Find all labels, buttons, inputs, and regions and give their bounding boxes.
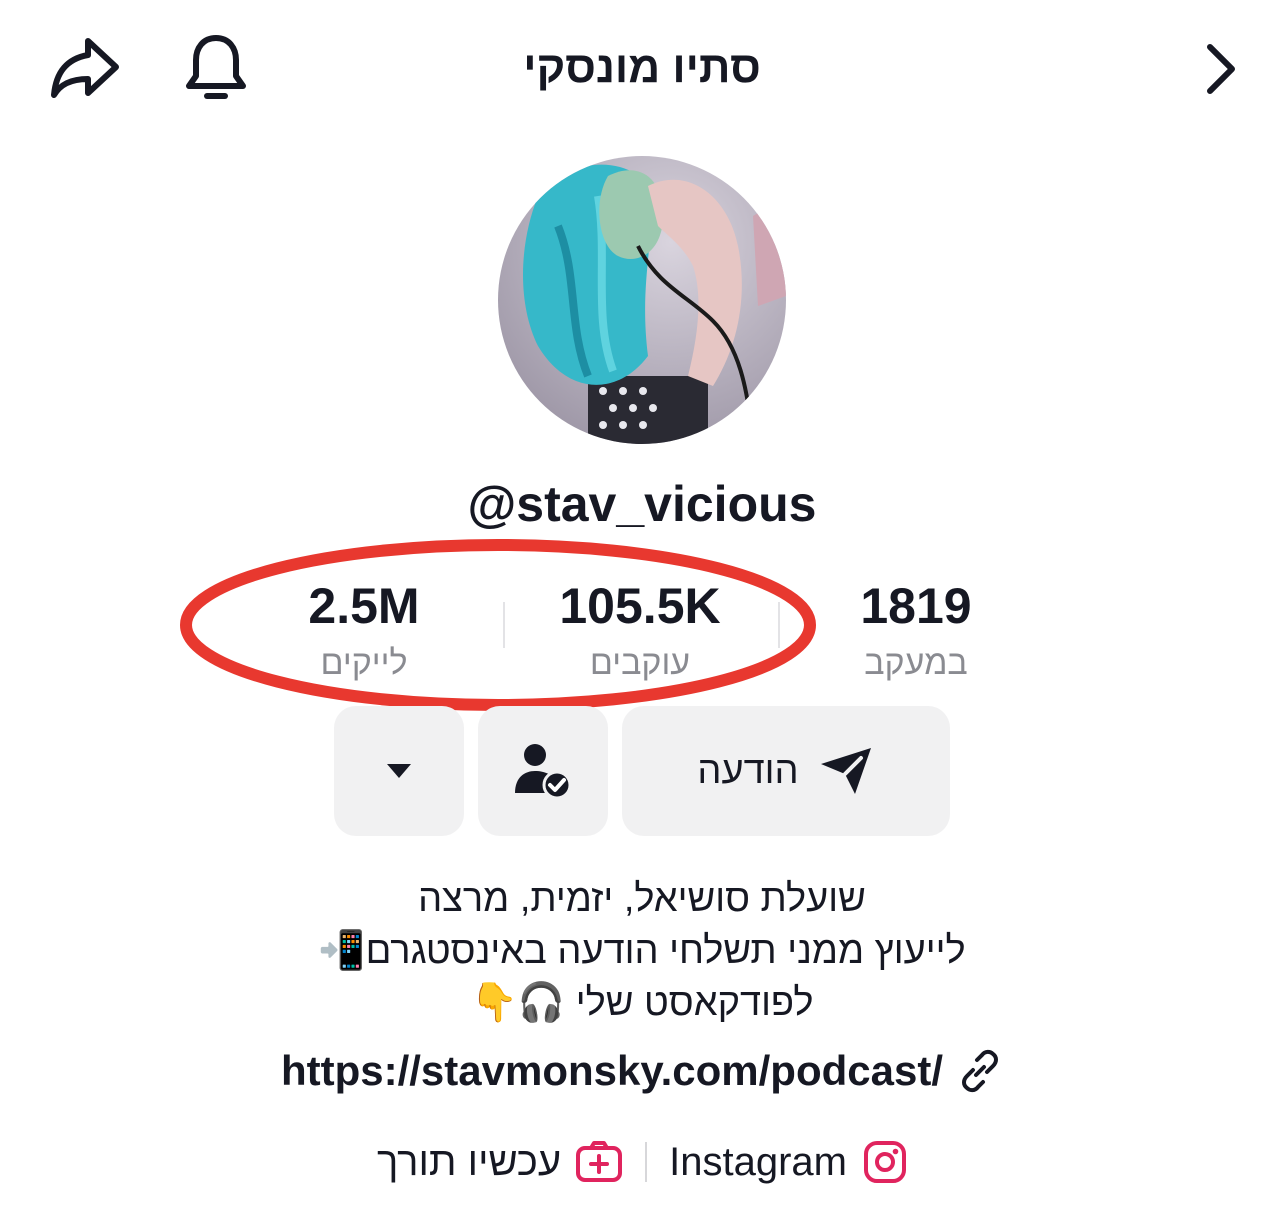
instagram-link[interactable]: Instagram xyxy=(669,1140,907,1185)
social-row: עכשיו תורך Instagram xyxy=(200,1132,1084,1192)
more-options-button[interactable] xyxy=(334,706,464,836)
your-turn-button[interactable]: עכשיו תורך xyxy=(377,1140,623,1185)
friends-button[interactable] xyxy=(478,706,608,836)
link-icon xyxy=(962,1049,999,1093)
stat-following[interactable]: 1819 במעקב xyxy=(796,576,1036,686)
instagram-label: Instagram xyxy=(669,1139,847,1184)
send-plane-icon xyxy=(820,748,871,794)
bio-line-2: לייעוץ ממני תשלחי הודעה באינסטגרם📲 xyxy=(318,930,966,972)
share-icon[interactable] xyxy=(44,30,124,106)
bio-line-1: שועלת סושיאל, יזמית, מרצה xyxy=(418,878,866,920)
username: @stav_vicious xyxy=(467,476,817,532)
caret-down-icon xyxy=(387,764,411,778)
instagram-icon xyxy=(864,1141,906,1183)
message-button[interactable]: הודעה xyxy=(622,706,950,836)
chevron-right-icon[interactable] xyxy=(1190,36,1250,102)
avatar[interactable] xyxy=(498,156,786,444)
your-turn-label: עכשיו תורך xyxy=(377,1139,562,1184)
message-label: הודעה xyxy=(697,749,799,792)
following-count: 1819 xyxy=(860,578,972,634)
user-check-icon xyxy=(515,744,572,800)
social-divider xyxy=(645,1142,648,1182)
website-url: https://stavmonsky.com/podcast/ xyxy=(280,1047,944,1094)
bell-icon[interactable] xyxy=(178,28,254,108)
add-video-icon xyxy=(576,1141,623,1182)
following-label: במעקב xyxy=(864,644,968,682)
highlight-ellipse xyxy=(180,539,816,711)
bio-line-3: לפודקאסט שלי 🎧👇 xyxy=(470,982,814,1024)
page-title: סתיו מונסקי xyxy=(523,43,761,92)
website-link[interactable]: https://stavmonsky.com/podcast/ xyxy=(200,1040,1084,1102)
